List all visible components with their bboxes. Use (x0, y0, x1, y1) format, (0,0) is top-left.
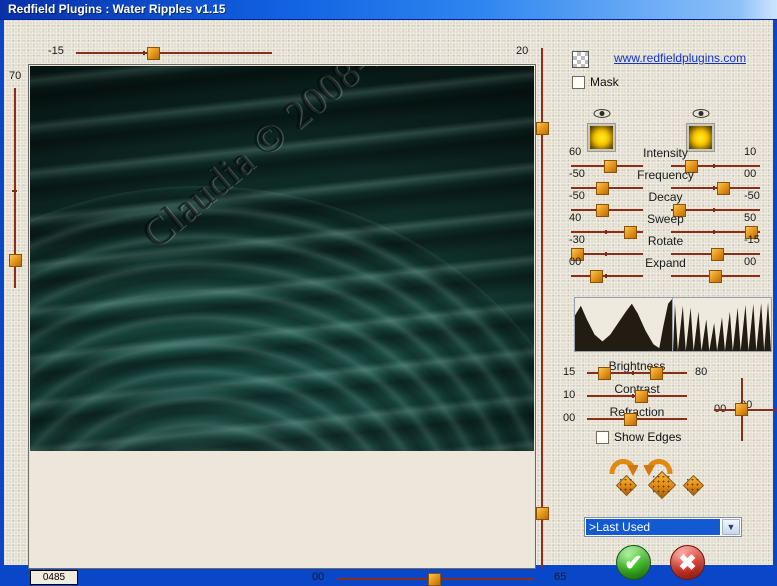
xy-pad-thumb[interactable] (735, 403, 748, 416)
main-panel: -15 20 70 Claudia © 2008-2010 0485 00 65 (4, 20, 777, 586)
transparency-swatch[interactable] (572, 51, 589, 68)
intensity-left-value: 60 (569, 146, 582, 158)
chevron-down-icon[interactable]: ▼ (722, 519, 740, 535)
intensity-right-value: 10 (744, 146, 757, 158)
diamond-move-icon-right (687, 479, 700, 492)
top-slider-right-value: 20 (516, 45, 529, 57)
preview-vignette (30, 66, 534, 451)
nudge-right-button[interactable] (682, 474, 705, 497)
expand-left-track[interactable] (571, 275, 643, 277)
mask-checkbox-label: Mask (590, 75, 619, 89)
brightness-right-value: 80 (695, 366, 708, 378)
sweep-right-value: 50 (744, 212, 757, 224)
bottom-slider-left-value: 00 (312, 571, 325, 583)
show-edges-checkbox[interactable] (596, 431, 609, 444)
brightness-left-value: 15 (563, 366, 576, 378)
expand-right-thumb[interactable] (709, 270, 722, 283)
zoom-value-field[interactable]: 0485 (30, 570, 78, 585)
frequency-left-value: -50 (569, 168, 585, 180)
brightness-tick (632, 371, 634, 375)
ok-button[interactable]: ✔ (616, 545, 651, 580)
show-edges-label: Show Edges (614, 430, 682, 444)
bottom-slider-thumb[interactable] (428, 573, 441, 586)
preview-image[interactable]: Claudia © 2008-2010 (30, 66, 534, 451)
sweep-left-value: 40 (569, 212, 582, 224)
bottom-slider-right-value: 65 (554, 571, 567, 583)
refraction-label: Refraction (609, 405, 665, 419)
expand-right-value: 00 (744, 256, 757, 268)
top-slider-left-value: -15 (48, 45, 64, 57)
refraction-track[interactable] (587, 418, 687, 420)
rotate-right-value: -15 (744, 234, 760, 246)
cancel-button[interactable]: ✖ (670, 545, 705, 580)
window-title: Redfield Plugins : Water Ripples v1.15 (8, 2, 226, 16)
brightness-thumb-b[interactable] (650, 367, 663, 380)
contrast-tick (632, 394, 634, 398)
preset-selected-value[interactable]: >Last Used (586, 519, 720, 535)
sweep-label: Sweep (647, 212, 684, 226)
decay-left-value: -50 (569, 190, 585, 202)
refraction-thumb-a[interactable] (624, 413, 637, 426)
curved-arrow-left-icon[interactable] (608, 452, 638, 476)
rotate-left-value: -30 (569, 234, 585, 246)
top-slider-thumb[interactable] (147, 47, 160, 60)
decay-label: Decay (648, 190, 683, 204)
eye-icon-2[interactable] (692, 108, 710, 119)
website-link[interactable]: www.redfieldplugins.com (614, 51, 746, 65)
expand-left-tick (605, 274, 607, 278)
brightness-thumb-a[interactable] (598, 367, 611, 380)
waveform-preview-b[interactable] (672, 297, 772, 352)
frequency-right-value: 00 (744, 168, 757, 180)
mask-checkbox[interactable] (572, 76, 585, 89)
title-bar: Redfield Plugins : Water Ripples v1.15 (0, 0, 777, 20)
eye-icon-1[interactable] (593, 108, 611, 119)
top-slider-track[interactable] (76, 52, 272, 54)
nudge-left-button[interactable] (615, 474, 638, 497)
left-slider-value: 70 (9, 70, 22, 82)
decay-right-value: -50 (744, 190, 760, 202)
diamond-move-icon-center (653, 476, 671, 494)
expand-label: Expand (645, 256, 686, 270)
intensity-label: Intensity (643, 146, 688, 160)
rotate-label: Rotate (647, 234, 684, 248)
frequency-right-track[interactable] (671, 187, 760, 189)
refraction-left-value: 00 (563, 412, 576, 424)
left-slider-tick (12, 190, 17, 192)
waveform-preview-a[interactable] (574, 297, 674, 352)
window-frame-right (773, 20, 777, 571)
top-slider-tick (143, 51, 145, 55)
expand-left-value: 00 (569, 256, 582, 268)
right-slider-thumb-a[interactable] (536, 122, 549, 135)
frequency-label: Frequency (637, 168, 694, 182)
preview-frame[interactable]: Claudia © 2008-2010 (28, 64, 536, 569)
contrast-thumb-a[interactable] (635, 390, 648, 403)
plugin-window: Redfield Plugins : Water Ripples v1.15 -… (0, 0, 777, 586)
right-slider-thumb-b[interactable] (536, 507, 549, 520)
expand-left-thumb[interactable] (590, 270, 603, 283)
left-slider-thumb[interactable] (9, 254, 22, 267)
contrast-left-value: 10 (563, 389, 576, 401)
diamond-move-icon-left (620, 479, 633, 492)
